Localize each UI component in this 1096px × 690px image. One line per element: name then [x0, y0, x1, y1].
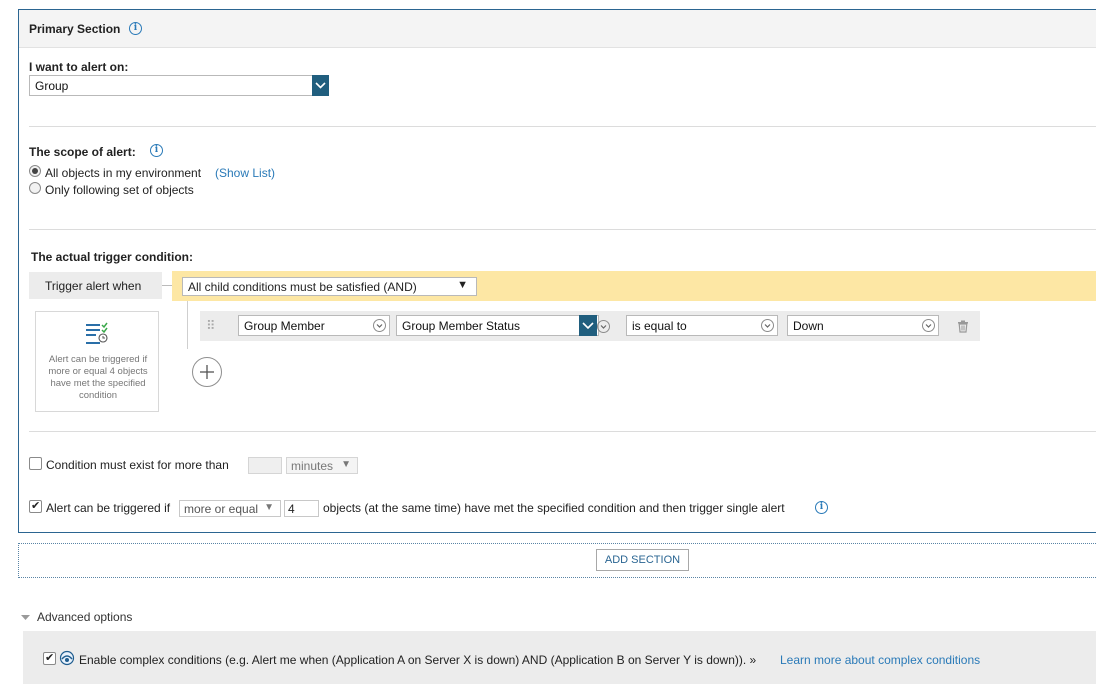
trash-icon[interactable]: [956, 319, 970, 333]
advanced-panel: Enable complex conditions (e.g. Alert me…: [23, 631, 1096, 684]
scope-label: The scope of alert:: [29, 145, 136, 159]
divider: [29, 431, 1096, 432]
logic-select[interactable]: All child conditions must be satisfied (…: [182, 277, 477, 296]
advanced-options-toggle[interactable]: Advanced options: [37, 610, 132, 624]
learn-more-link[interactable]: Learn more about complex conditions: [780, 653, 980, 667]
caret-down-icon[interactable]: [21, 611, 30, 620]
caret-down-icon: ▼: [457, 279, 468, 291]
trigger-when-box: Trigger alert when: [29, 272, 162, 299]
condition-row: ⠿ Group Member Group Member Status is eq…: [200, 311, 980, 341]
tree-line: [187, 301, 188, 349]
divider: [29, 126, 1096, 127]
chevron-down-icon[interactable]: [761, 319, 774, 332]
show-list-link[interactable]: (Show List): [215, 166, 275, 180]
condition-value-select[interactable]: Down: [787, 315, 939, 336]
chevron-down-icon[interactable]: [579, 315, 597, 336]
primary-section: Primary Section i I want to alert on: Gr…: [18, 9, 1096, 533]
connector-line: [162, 285, 172, 286]
condition-operator-select[interactable]: is equal to: [626, 315, 778, 336]
chevron-down-icon[interactable]: [597, 320, 610, 333]
trigger-label: The actual trigger condition:: [31, 250, 194, 264]
divider: [29, 229, 1096, 230]
scope-all-label: All objects in my environment: [45, 166, 202, 180]
scope-following-label: Only following set of objects: [45, 183, 194, 197]
alert-triggered-prefix: Alert can be triggered if: [46, 501, 171, 515]
info-icon[interactable]: i: [150, 144, 163, 157]
complex-conditions-text: Enable complex conditions (e.g. Alert me…: [79, 653, 757, 667]
duration-unit-value: minutes: [291, 459, 334, 473]
chevron-down-icon[interactable]: [373, 319, 386, 332]
add-condition-button[interactable]: [192, 357, 222, 387]
scope-all-radio[interactable]: [29, 165, 41, 177]
info-icon[interactable]: i: [129, 22, 142, 35]
condition-value-value: Down: [793, 319, 824, 333]
alert-triggered-checkbox[interactable]: [29, 499, 42, 513]
drag-handle-icon[interactable]: ⠿: [206, 318, 215, 334]
alert-triggered-suffix: objects (at the same time) have met the …: [323, 501, 785, 515]
condition-operator-value: is equal to: [632, 319, 687, 333]
primary-section-title: Primary Section: [29, 22, 121, 36]
count-value: 4: [288, 502, 295, 516]
count-input[interactable]: 4: [284, 500, 319, 517]
duration-input[interactable]: [248, 457, 282, 474]
condition-list-icon: [84, 322, 110, 346]
condition-field-value: Group Member Status: [402, 319, 521, 333]
caret-down-icon: ▼: [341, 459, 351, 470]
complex-conditions-checkbox[interactable]: [43, 651, 56, 665]
plus-icon: [200, 365, 214, 379]
summary-card: Alert can be triggered if more or equal …: [35, 311, 159, 412]
trigger-when-label: Trigger alert when: [45, 279, 142, 293]
scope-following-radio[interactable]: [29, 182, 41, 194]
add-section-area: ADD SECTION: [18, 543, 1096, 578]
chevron-down-icon[interactable]: [312, 75, 329, 96]
condition-object-select[interactable]: Group Member: [238, 315, 390, 336]
summary-card-text: Alert can be triggered if more or equal …: [48, 354, 148, 401]
logic-value: All child conditions must be satisfied (…: [188, 280, 417, 294]
info-icon[interactable]: i: [815, 501, 828, 514]
duration-unit-select[interactable]: minutes ▼: [286, 457, 358, 474]
condition-exists-checkbox[interactable]: [29, 457, 42, 470]
alert-on-value: Group: [35, 79, 69, 93]
complex-conditions-icon: [59, 650, 75, 666]
comparison-value: more or equal: [184, 502, 259, 516]
add-section-button[interactable]: ADD SECTION: [596, 549, 689, 571]
alert-on-label: I want to alert on:: [29, 60, 129, 74]
trigger-logic-bar: All child conditions must be satisfied (…: [172, 271, 1096, 301]
comparison-select[interactable]: more or equal ▼: [179, 500, 281, 517]
alert-on-select[interactable]: Group: [29, 75, 329, 96]
condition-object-value: Group Member: [244, 319, 325, 333]
condition-exists-label: Condition must exist for more than: [46, 458, 229, 472]
condition-field-select[interactable]: Group Member Status: [396, 315, 599, 336]
caret-down-icon: ▼: [264, 502, 274, 513]
chevron-down-icon[interactable]: [922, 319, 935, 332]
primary-section-header: Primary Section i: [19, 10, 1096, 48]
